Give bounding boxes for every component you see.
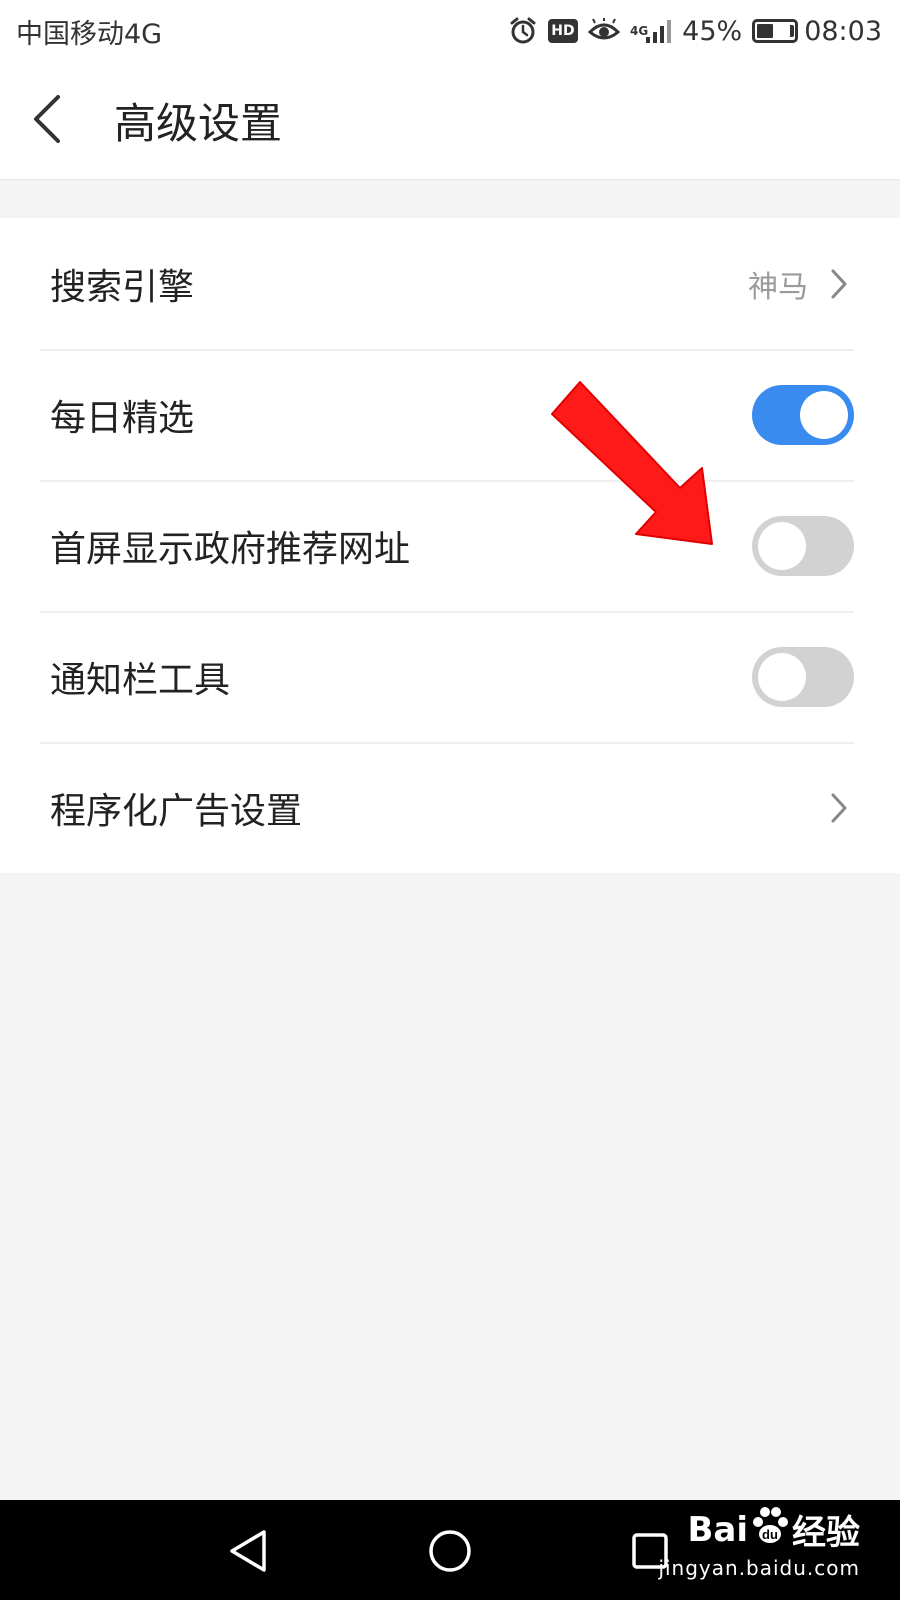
signal-icon: 4G	[630, 17, 672, 45]
toggle-knob	[800, 390, 848, 439]
settings-list: 搜索引擎 神马 每日精选 首屏显示政府推荐网址 通知栏工具 程序化广告设置	[0, 218, 900, 873]
svg-text:du: du	[762, 1527, 778, 1542]
setting-programmatic-ads[interactable]: 程序化广告设置	[0, 742, 900, 873]
toggle-knob	[758, 521, 806, 570]
setting-notification-tools: 通知栏工具	[0, 611, 900, 742]
battery-fill	[757, 24, 774, 38]
system-nav-bar: Bai du 经验 jingyan.baidu.com	[0, 1500, 900, 1600]
status-bar: 中国移动4G HD 4G 45% 08:03	[0, 0, 900, 62]
chevron-right-icon	[828, 791, 850, 825]
hd-icon: HD	[547, 19, 578, 43]
battery-icon	[752, 19, 799, 43]
carrier-label: 中国移动4G	[16, 18, 163, 50]
gov-recommended-sites-toggle[interactable]	[752, 515, 854, 576]
watermark-url: jingyan.baidu.com	[658, 1556, 860, 1580]
setting-gov-recommended-sites: 首屏显示政府推荐网址	[0, 480, 900, 611]
battery-percent: 45%	[682, 15, 743, 47]
paw-icon: du	[750, 1506, 790, 1553]
watermark-logo-text: Bai	[687, 1509, 748, 1550]
chevron-left-icon	[30, 94, 62, 148]
setting-label: 程序化广告设置	[50, 790, 303, 832]
home-circle-icon[interactable]	[424, 1525, 476, 1577]
clock: 08:03	[804, 15, 882, 47]
setting-daily-picks: 每日精选	[0, 349, 900, 480]
toggle-knob	[758, 652, 806, 701]
back-triangle-icon[interactable]	[222, 1525, 274, 1577]
search-engine-value: 神马	[748, 269, 808, 305]
chevron-right-icon	[828, 267, 850, 301]
page-title: 高级设置	[114, 99, 283, 148]
status-icons: HD 4G 45% 08:03	[508, 16, 882, 47]
eye-comfort-icon	[587, 18, 620, 44]
alarm-icon	[508, 16, 538, 46]
daily-picks-toggle[interactable]	[752, 384, 854, 445]
notification-tools-toggle[interactable]	[752, 646, 854, 707]
setting-search-engine[interactable]: 搜索引擎 神马	[0, 218, 900, 349]
setting-label: 每日精选	[50, 397, 195, 439]
setting-label: 首屏显示政府推荐网址	[50, 528, 411, 570]
baidu-jingyan-watermark: Bai du 经验 jingyan.baidu.com	[658, 1505, 860, 1580]
back-button[interactable]	[30, 62, 110, 180]
setting-label: 通知栏工具	[50, 659, 231, 701]
red-arrow-annotation	[540, 370, 740, 564]
setting-label: 搜索引擎	[50, 266, 195, 308]
app-header: 高级设置	[0, 62, 900, 180]
watermark-logo: Bai du 经验	[687, 1505, 860, 1554]
watermark-logo-text-cn: 经验	[792, 1513, 860, 1553]
